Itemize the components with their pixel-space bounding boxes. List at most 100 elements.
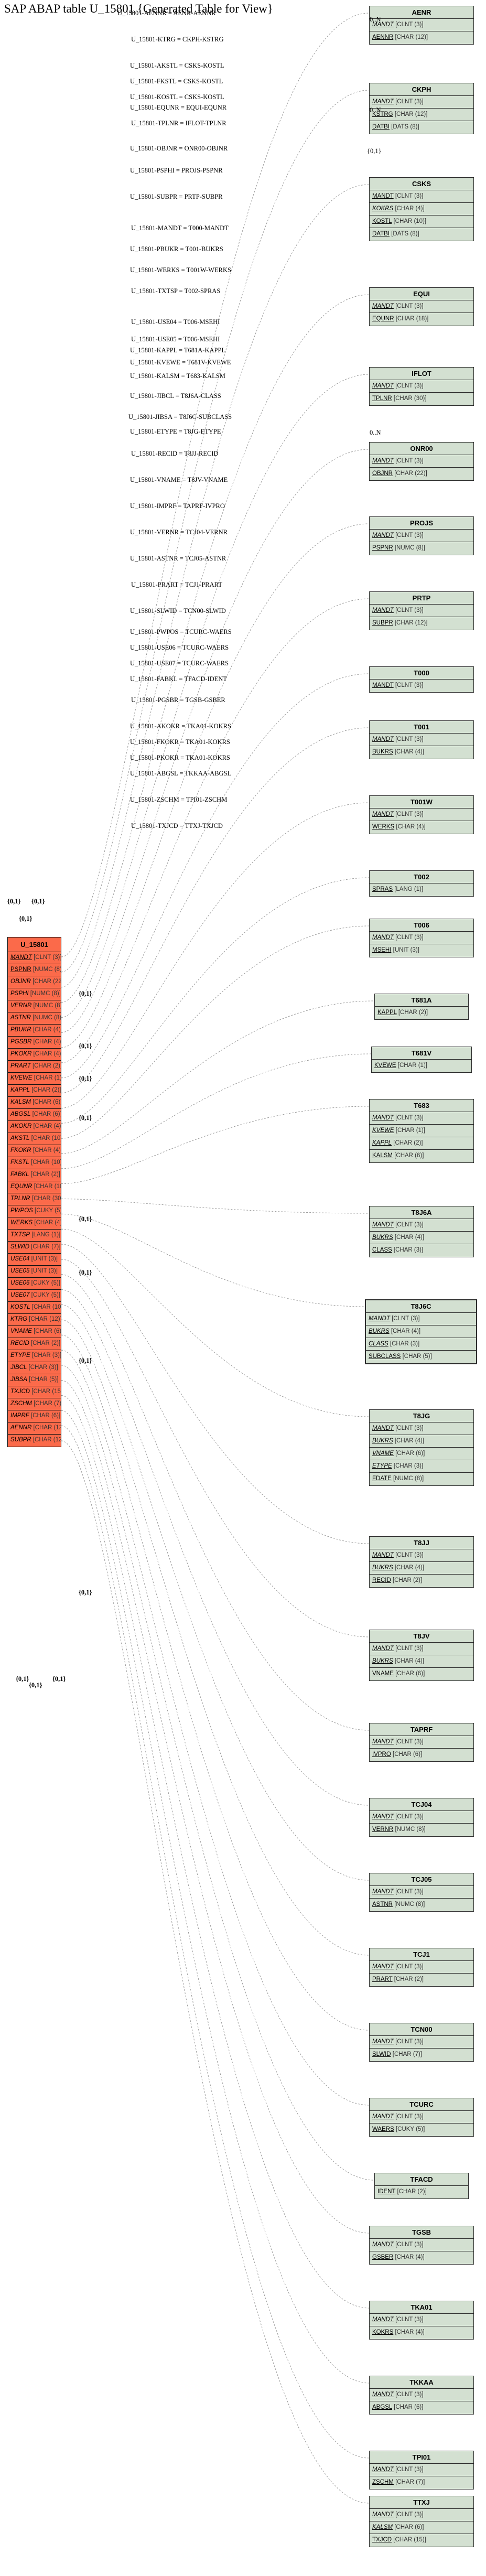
field-type: [CHAR (15)] — [31, 1388, 61, 1395]
field-type: [CHAR (10)] — [31, 1135, 61, 1141]
field-type: [CHAR (12)] — [394, 111, 428, 117]
field-name: WERKS — [372, 824, 395, 830]
field-type: [CHAR (6)] — [33, 1099, 61, 1105]
cardinality-label: 0..N — [370, 106, 381, 114]
field-type: [NUMC (8)] — [394, 1901, 425, 1907]
entity-t681a: T681A KAPPL [CHAR (2)] — [374, 994, 469, 1020]
field-name: MSEHI — [372, 947, 392, 953]
field-name: GSBER — [372, 2254, 394, 2260]
field-type: [CHAR (12)] — [395, 34, 428, 40]
field-name: MANDT — [372, 1425, 394, 1431]
field-name: FKOKR — [10, 1147, 31, 1154]
entity-field: MANDT [CLNT (3)] — [366, 1313, 476, 1325]
entity-field: MANDT [CLNT (3)] — [370, 1961, 473, 1974]
entity-field: TPLNR [CHAR (30)] — [370, 393, 473, 405]
relationship-label: U_15801-FABKL = TFACD-IDENT — [130, 675, 228, 683]
relationship-label: U_15801-SUBPR = PRTP-SUBPR — [130, 193, 223, 200]
field-type: [CHAR (6)] — [394, 2524, 424, 2530]
field-type: [CUKY (5)] — [31, 1292, 61, 1298]
field-type: [CLNT (3)] — [395, 1739, 424, 1745]
entity-field: PRART [CHAR (2)] — [8, 1061, 61, 1073]
entity-field: TPLNR [CHAR (30)] — [8, 1193, 61, 1205]
entity-field: VNAME [CHAR (6)] — [370, 1448, 473, 1460]
field-name: AKSTL — [10, 1135, 30, 1141]
field-name: KOSTL — [10, 1304, 30, 1310]
field-type: [CHAR (6)] — [32, 1111, 61, 1117]
entity-field: KVEWE [CHAR (1)] — [8, 1073, 61, 1085]
field-type: [DATS (8)] — [391, 231, 419, 237]
field-name: SUBCLASS — [369, 1353, 401, 1360]
relationship-label: U_15801-WERKS = T001W-WERKS — [130, 266, 231, 274]
relationship-edge — [61, 925, 370, 1139]
entity-field: MANDT [CLNT (3)] — [370, 1736, 473, 1749]
field-name: KAPPL — [10, 1087, 30, 1093]
field-type: [CHAR (6)] — [30, 1413, 61, 1419]
field-type: [CLNT (3)] — [395, 607, 424, 613]
field-type: [CHAR (6)] — [395, 1450, 425, 1457]
entity-csks: CSKS MANDT [CLNT (3)] KOKRS [CHAR (4)] KOST… — [369, 177, 474, 241]
relationship-edge — [61, 1244, 370, 1544]
relationship-label: U_15801-AENNR = AENR-AENNR — [117, 9, 216, 17]
entity-field: MANDT [CLNT (3)] — [370, 680, 473, 692]
field-name: PRART — [372, 1976, 393, 1982]
entity-name: TCJ1 — [370, 1948, 473, 1961]
entity-t8j6a: T8J6A MANDT [CLNT (3)] BUKRS [CHAR (4)] CLA… — [369, 1206, 474, 1257]
relationship-label: U_15801-ABGSL = TKKAA-ABGSL — [130, 770, 232, 777]
entity-field: IDENT [CHAR (2)] — [375, 2186, 468, 2198]
field-name: MANDT — [372, 682, 394, 688]
field-name: CLASS — [369, 1341, 388, 1347]
field-type: [CHAR (10)] — [31, 1159, 61, 1166]
entity-field: PRART [CHAR (2)] — [370, 1974, 473, 1986]
entity-field: OBJNR [CHAR (22)] — [370, 468, 473, 480]
entity-field: MANDT [CLNT (3)] — [370, 190, 473, 203]
relationship-edge — [61, 673, 370, 1079]
field-type: [NUMC (8)] — [395, 1826, 426, 1833]
relationship-label: U_15801-FKOKR = TKA01-KOKRS — [130, 738, 230, 746]
relationship-edge — [61, 1380, 370, 2234]
entity-field: OBJNR [CHAR (22)] — [8, 976, 61, 988]
field-name: DATBI — [372, 231, 390, 237]
relationship-edge — [61, 598, 370, 1063]
relationship-edge — [61, 1289, 370, 1806]
entity-field: KOKRS [CHAR (4)] — [370, 203, 473, 215]
entity-field: BUKRS [CHAR (4)] — [370, 746, 473, 759]
entity-field: SUBPR [CHAR (12)] — [370, 617, 473, 630]
field-type: [CHAR (1)] — [397, 1062, 427, 1069]
entity-field: PWPOS [CUKY (5)] — [8, 1205, 61, 1217]
relationship-label: U_15801-USE07 = TCURC-WAERS — [130, 660, 229, 667]
entity-field: MANDT [CLNT (3)] — [370, 1219, 473, 1232]
cardinality-label: {0,1} — [19, 915, 33, 922]
entity-name: U_15801 — [8, 937, 61, 952]
cardinality-label: 0..N — [370, 16, 381, 23]
field-name: TXJCD — [10, 1388, 30, 1395]
field-name: MANDT — [372, 1964, 394, 1970]
field-name: BUKRS — [372, 1658, 393, 1664]
relationship-edge — [61, 802, 370, 1108]
cardinality-label: {0,1} — [7, 898, 21, 905]
entity-field: USE04 [UNIT (3)] — [8, 1254, 61, 1266]
entity-name: T8JV — [370, 1630, 473, 1643]
field-type: [CLNT (3)] — [395, 1425, 424, 1431]
field-type: [CUKY (5)] — [35, 1208, 61, 1214]
entity-field: BUKRS [CHAR (4)] — [366, 1325, 476, 1338]
entity-field: MANDT [CLNT (3)] — [370, 1112, 473, 1125]
entity-field: KOSTL [CHAR (10)] — [370, 215, 473, 228]
field-name: AENNR — [10, 1425, 32, 1431]
field-type: [CLNT (3)] — [395, 2466, 424, 2473]
entity-name: T8J6A — [370, 1206, 473, 1219]
field-type: [CHAR (4)] — [394, 1438, 425, 1444]
entity-field: ETYPE [CHAR (3)] — [370, 1460, 473, 1473]
field-name: ABGSL — [372, 2404, 392, 2410]
entity-name: PROJS — [370, 517, 473, 530]
relationship-label: U_15801-VERNR = TCJ04-VERNR — [130, 529, 228, 536]
field-type: [CHAR (22)] — [33, 978, 61, 985]
entity-iflot: IFLOT MANDT [CLNT (3)] TPLNR [CHAR (30)] — [369, 367, 474, 406]
field-type: [CLNT (3)] — [395, 2391, 424, 2398]
cardinality-label: {0,1} — [52, 1675, 66, 1683]
field-name: VNAME — [372, 1670, 394, 1677]
entity-field: MANDT [CLNT (3)] — [370, 734, 473, 746]
field-name: MANDT — [372, 1115, 394, 1121]
entity-field: AKOKR [CHAR (4)] — [8, 1121, 61, 1133]
field-type: [CHAR (4)] — [33, 1147, 61, 1154]
entity-field: MANDT [CLNT (3)] — [8, 952, 61, 964]
